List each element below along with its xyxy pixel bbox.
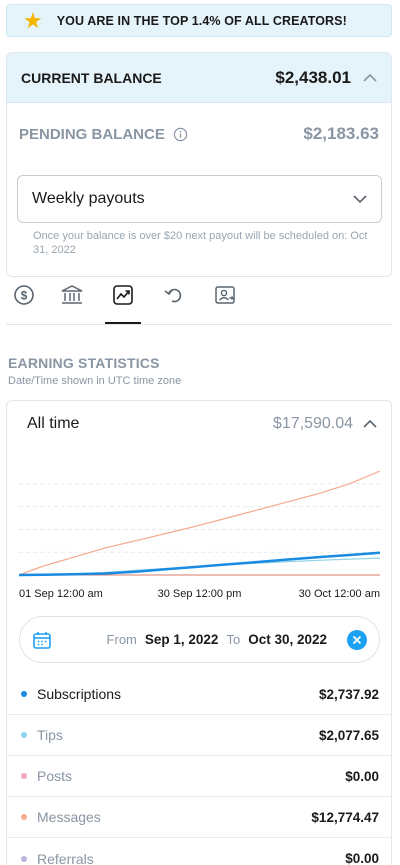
messages-dot <box>21 814 27 820</box>
banner-text: YOU ARE IN THE TOP 1.4% OF ALL CREATORS! <box>56 13 347 28</box>
legend-value: $2,737.92 <box>318 686 379 702</box>
period-header[interactable]: All time $17,590.04 <box>7 401 391 447</box>
legend-value: $2,077.65 <box>318 727 379 743</box>
tab-payouts[interactable] <box>54 280 90 324</box>
chart-icon <box>113 285 133 305</box>
tips-dot <box>21 732 27 738</box>
earnings-chart-card: All time $17,590.04 01 Sep 12:00 am 30 Se… <box>6 400 392 865</box>
tab-statistics[interactable] <box>105 280 141 324</box>
to-date[interactable]: Oct 30, 2022 <box>248 632 327 647</box>
series-line-messages <box>18 470 381 576</box>
tab-refunds[interactable] <box>156 280 192 324</box>
dollar-circle-icon: $ <box>14 285 34 305</box>
user-document-icon <box>215 286 235 304</box>
legend-value: $0.00 <box>345 768 379 784</box>
legend-value: $12,774.47 <box>311 809 379 825</box>
earning-statistics-title: EARNING STATISTICS <box>8 355 160 371</box>
pending-balance-label: PENDING BALANCE <box>19 125 165 143</box>
chevron-down-icon <box>353 195 367 204</box>
tab-earnings[interactable]: $ <box>6 280 42 324</box>
payout-note: Once your balance is over $20 next payou… <box>33 230 368 256</box>
refund-icon <box>164 288 182 303</box>
x-tick-label: 30 Sep 12:00 pm <box>157 588 242 600</box>
legend-name: Messages <box>37 809 101 825</box>
current-balance-header[interactable]: CURRENT BALANCE $2,438.01 <box>7 53 391 103</box>
x-axis-labels: 01 Sep 12:00 am 30 Sep 12:00 pm 30 Oct 12:… <box>7 588 391 604</box>
calendar-icon[interactable] <box>32 630 52 650</box>
x-tick-label: 30 Oct 12:00 am <box>298 588 380 600</box>
from-label: From <box>106 632 137 647</box>
legend-posts: Posts $0.00 <box>7 756 391 797</box>
legend-messages: Messages $12,774.47 <box>7 797 391 838</box>
statements-tabs: $ <box>6 280 392 325</box>
info-icon[interactable] <box>173 127 188 142</box>
legend-subscriptions: Subscriptions $2,737.92 <box>7 674 391 715</box>
subscriptions-dot <box>21 691 27 697</box>
date-range-picker[interactable]: From Sep 1, 2022 To Oct 30, 2022 <box>19 616 380 663</box>
legend-name: Subscriptions <box>37 686 122 702</box>
series-line-subscriptions <box>18 551 381 577</box>
top-creator-banner: ★ YOU ARE IN THE TOP 1.4% OF ALL CREATOR… <box>6 4 392 37</box>
posts-dot <box>21 773 27 779</box>
x-tick-label: 01 Sep 12:00 am <box>19 588 103 600</box>
pending-balance-amount: $2,183.63 <box>303 124 379 143</box>
referrals-dot <box>21 855 27 862</box>
star-icon: ★ <box>23 7 43 33</box>
legend-tips: Tips $2,077.65 <box>7 715 391 756</box>
from-date[interactable]: Sep 1, 2022 <box>145 632 219 647</box>
legend-referrals: Referrals $0.00 <box>7 838 391 865</box>
current-balance-amount: $2,438.01 <box>275 67 351 87</box>
period-label: All time <box>27 415 80 432</box>
pending-balance-row: PENDING BALANCE $2,183.63 <box>7 103 391 165</box>
period-total: $17,590.04 <box>272 415 353 432</box>
balance-card: CURRENT BALANCE $2,438.01 PENDING BALANC… <box>6 52 392 277</box>
payout-frequency-select[interactable]: Weekly payouts <box>17 175 382 223</box>
tab-referrals[interactable] <box>207 280 243 324</box>
legend-name: Tips <box>37 727 63 743</box>
legend-name: Posts <box>37 768 73 784</box>
legend-value: $0.00 <box>345 851 379 865</box>
svg-text:$: $ <box>21 289 28 303</box>
chevron-up-icon[interactable] <box>363 417 377 431</box>
earnings-line-chart <box>18 470 381 577</box>
legend-name: Referrals <box>37 850 94 865</box>
payout-frequency-value: Weekly payouts <box>32 190 145 207</box>
chevron-up-icon[interactable] <box>363 71 377 85</box>
timezone-note: Date/Time shown in UTC time zone <box>8 375 182 387</box>
to-label: To <box>226 632 241 647</box>
current-balance-label: CURRENT BALANCE <box>21 69 162 86</box>
close-icon <box>352 635 362 644</box>
bank-icon <box>61 285 83 304</box>
clear-date-button[interactable] <box>347 629 367 650</box>
